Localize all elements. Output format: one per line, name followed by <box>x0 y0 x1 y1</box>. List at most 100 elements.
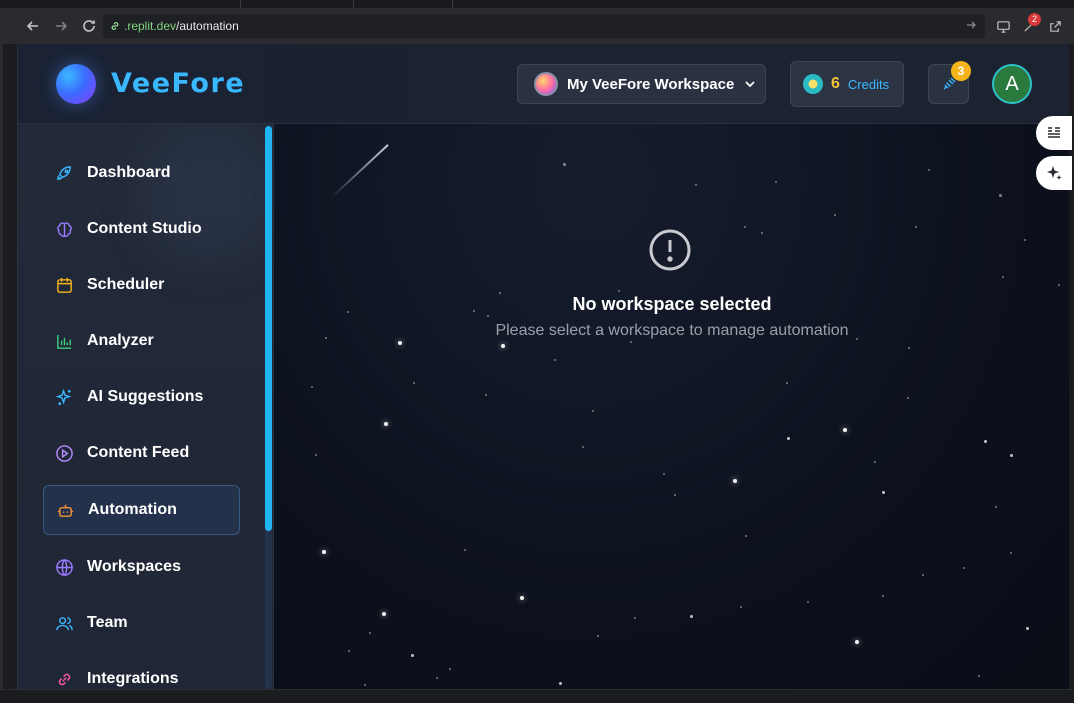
star <box>733 479 737 483</box>
star <box>843 428 847 432</box>
notification-badge: 3 <box>951 61 971 81</box>
star <box>745 535 747 537</box>
star <box>787 437 790 440</box>
brand-name[interactable]: VeeFore <box>111 68 245 99</box>
forward-icon[interactable] <box>47 12 75 40</box>
star <box>907 397 909 399</box>
star <box>674 494 676 496</box>
ai-assist-button[interactable] <box>1036 156 1072 190</box>
bot-icon <box>55 500 75 520</box>
star <box>487 315 489 317</box>
star <box>855 640 859 644</box>
chevron-down-icon <box>745 81 755 88</box>
star <box>834 214 836 216</box>
go-arrow-icon[interactable] <box>965 19 977 31</box>
back-icon[interactable] <box>19 12 47 40</box>
credits-value: 6 <box>831 75 840 92</box>
logo-orb-icon[interactable] <box>56 64 96 104</box>
star <box>485 394 487 396</box>
sidebar-item-label: Integrations <box>87 670 179 687</box>
open-external-icon[interactable] <box>1042 13 1068 39</box>
address-bar[interactable]: .replit.dev/automation <box>103 14 985 38</box>
monitor-icon[interactable] <box>990 13 1016 39</box>
empty-state-subtitle: Please select a workspace to manage auto… <box>495 322 849 339</box>
credits-button[interactable]: 6 Credits <box>790 61 904 107</box>
alert-circle-icon <box>649 229 691 271</box>
star <box>436 677 438 679</box>
user-avatar[interactable]: A <box>992 64 1032 104</box>
star <box>775 181 777 183</box>
sidebar-item-dashboard[interactable]: Dashboard <box>43 149 240 197</box>
reader-mode-button[interactable] <box>1036 116 1072 150</box>
notifications-button[interactable]: 3 <box>928 61 971 104</box>
credits-label: Credits <box>847 76 890 92</box>
extension-icon[interactable]: 2 <box>1016 13 1042 39</box>
extension-badge: 2 <box>1028 13 1041 26</box>
sidebar-item-content-studio[interactable]: Content Studio <box>43 205 240 253</box>
sidebar-item-label: AI Suggestions <box>87 388 204 405</box>
star <box>413 382 415 384</box>
star <box>464 549 466 551</box>
sidebar-item-label: Content Studio <box>87 220 202 237</box>
sparkles-icon <box>54 387 74 407</box>
sidebar-item-label: Automation <box>88 501 177 518</box>
star <box>995 506 997 508</box>
star <box>908 347 910 349</box>
sidebar-item-label: Dashboard <box>87 164 171 181</box>
star <box>582 446 584 448</box>
star <box>592 410 594 412</box>
users-icon <box>54 613 74 633</box>
star <box>807 601 809 603</box>
star <box>978 675 980 677</box>
play-circle-icon <box>54 443 74 463</box>
star <box>922 574 924 576</box>
left-gutter <box>0 44 17 689</box>
star <box>449 668 451 670</box>
star <box>315 454 317 456</box>
star <box>1002 276 1004 278</box>
sidebar-item-label: Team <box>87 614 128 631</box>
reload-icon[interactable] <box>75 12 103 40</box>
brain-icon <box>54 219 74 239</box>
app-header: VeeFore My VeeFore Workspace 6 Credits 3… <box>18 44 1069 124</box>
star <box>963 567 965 569</box>
sidebar-item-analyzer[interactable]: Analyzer <box>43 317 240 365</box>
sidebar: Dashboard Content Studio Scheduler Analy… <box>18 124 274 689</box>
sidebar-item-workspaces[interactable]: Workspaces <box>43 543 240 591</box>
star <box>690 615 693 618</box>
star <box>744 226 746 228</box>
sidebar-item-integrations[interactable]: Integrations <box>43 655 240 689</box>
star <box>1010 454 1013 457</box>
star <box>1010 552 1012 554</box>
sidebar-item-label: Content Feed <box>87 444 190 461</box>
calendar-icon <box>54 275 74 295</box>
quote-list-icon <box>1048 127 1060 138</box>
star <box>999 194 1002 197</box>
sidebar-item-scheduler[interactable]: Scheduler <box>43 261 240 309</box>
star <box>520 596 524 600</box>
globe-icon <box>54 557 74 577</box>
star <box>563 163 566 166</box>
star <box>1058 284 1060 286</box>
star <box>369 632 371 634</box>
star <box>382 612 386 616</box>
workspace-selector[interactable]: My VeeFore Workspace <box>517 64 766 104</box>
star <box>1024 239 1026 241</box>
star <box>882 595 884 597</box>
url-host: .replit.dev <box>124 19 177 33</box>
star <box>634 617 636 619</box>
bar-chart-icon <box>54 331 74 351</box>
sidebar-item-automation[interactable]: Automation <box>43 485 240 535</box>
star <box>882 491 885 494</box>
star <box>786 382 788 384</box>
sidebar-item-ai-suggestions[interactable]: AI Suggestions <box>43 373 240 421</box>
star <box>984 440 987 443</box>
star <box>630 341 632 343</box>
sidebar-item-label: Analyzer <box>87 332 154 349</box>
sidebar-item-team[interactable]: Team <box>43 599 240 647</box>
star <box>597 635 599 637</box>
star <box>663 473 665 475</box>
sidebar-item-content-feed[interactable]: Content Feed <box>43 429 240 477</box>
sidebar-scrollbar[interactable] <box>265 126 272 531</box>
star <box>874 461 876 463</box>
